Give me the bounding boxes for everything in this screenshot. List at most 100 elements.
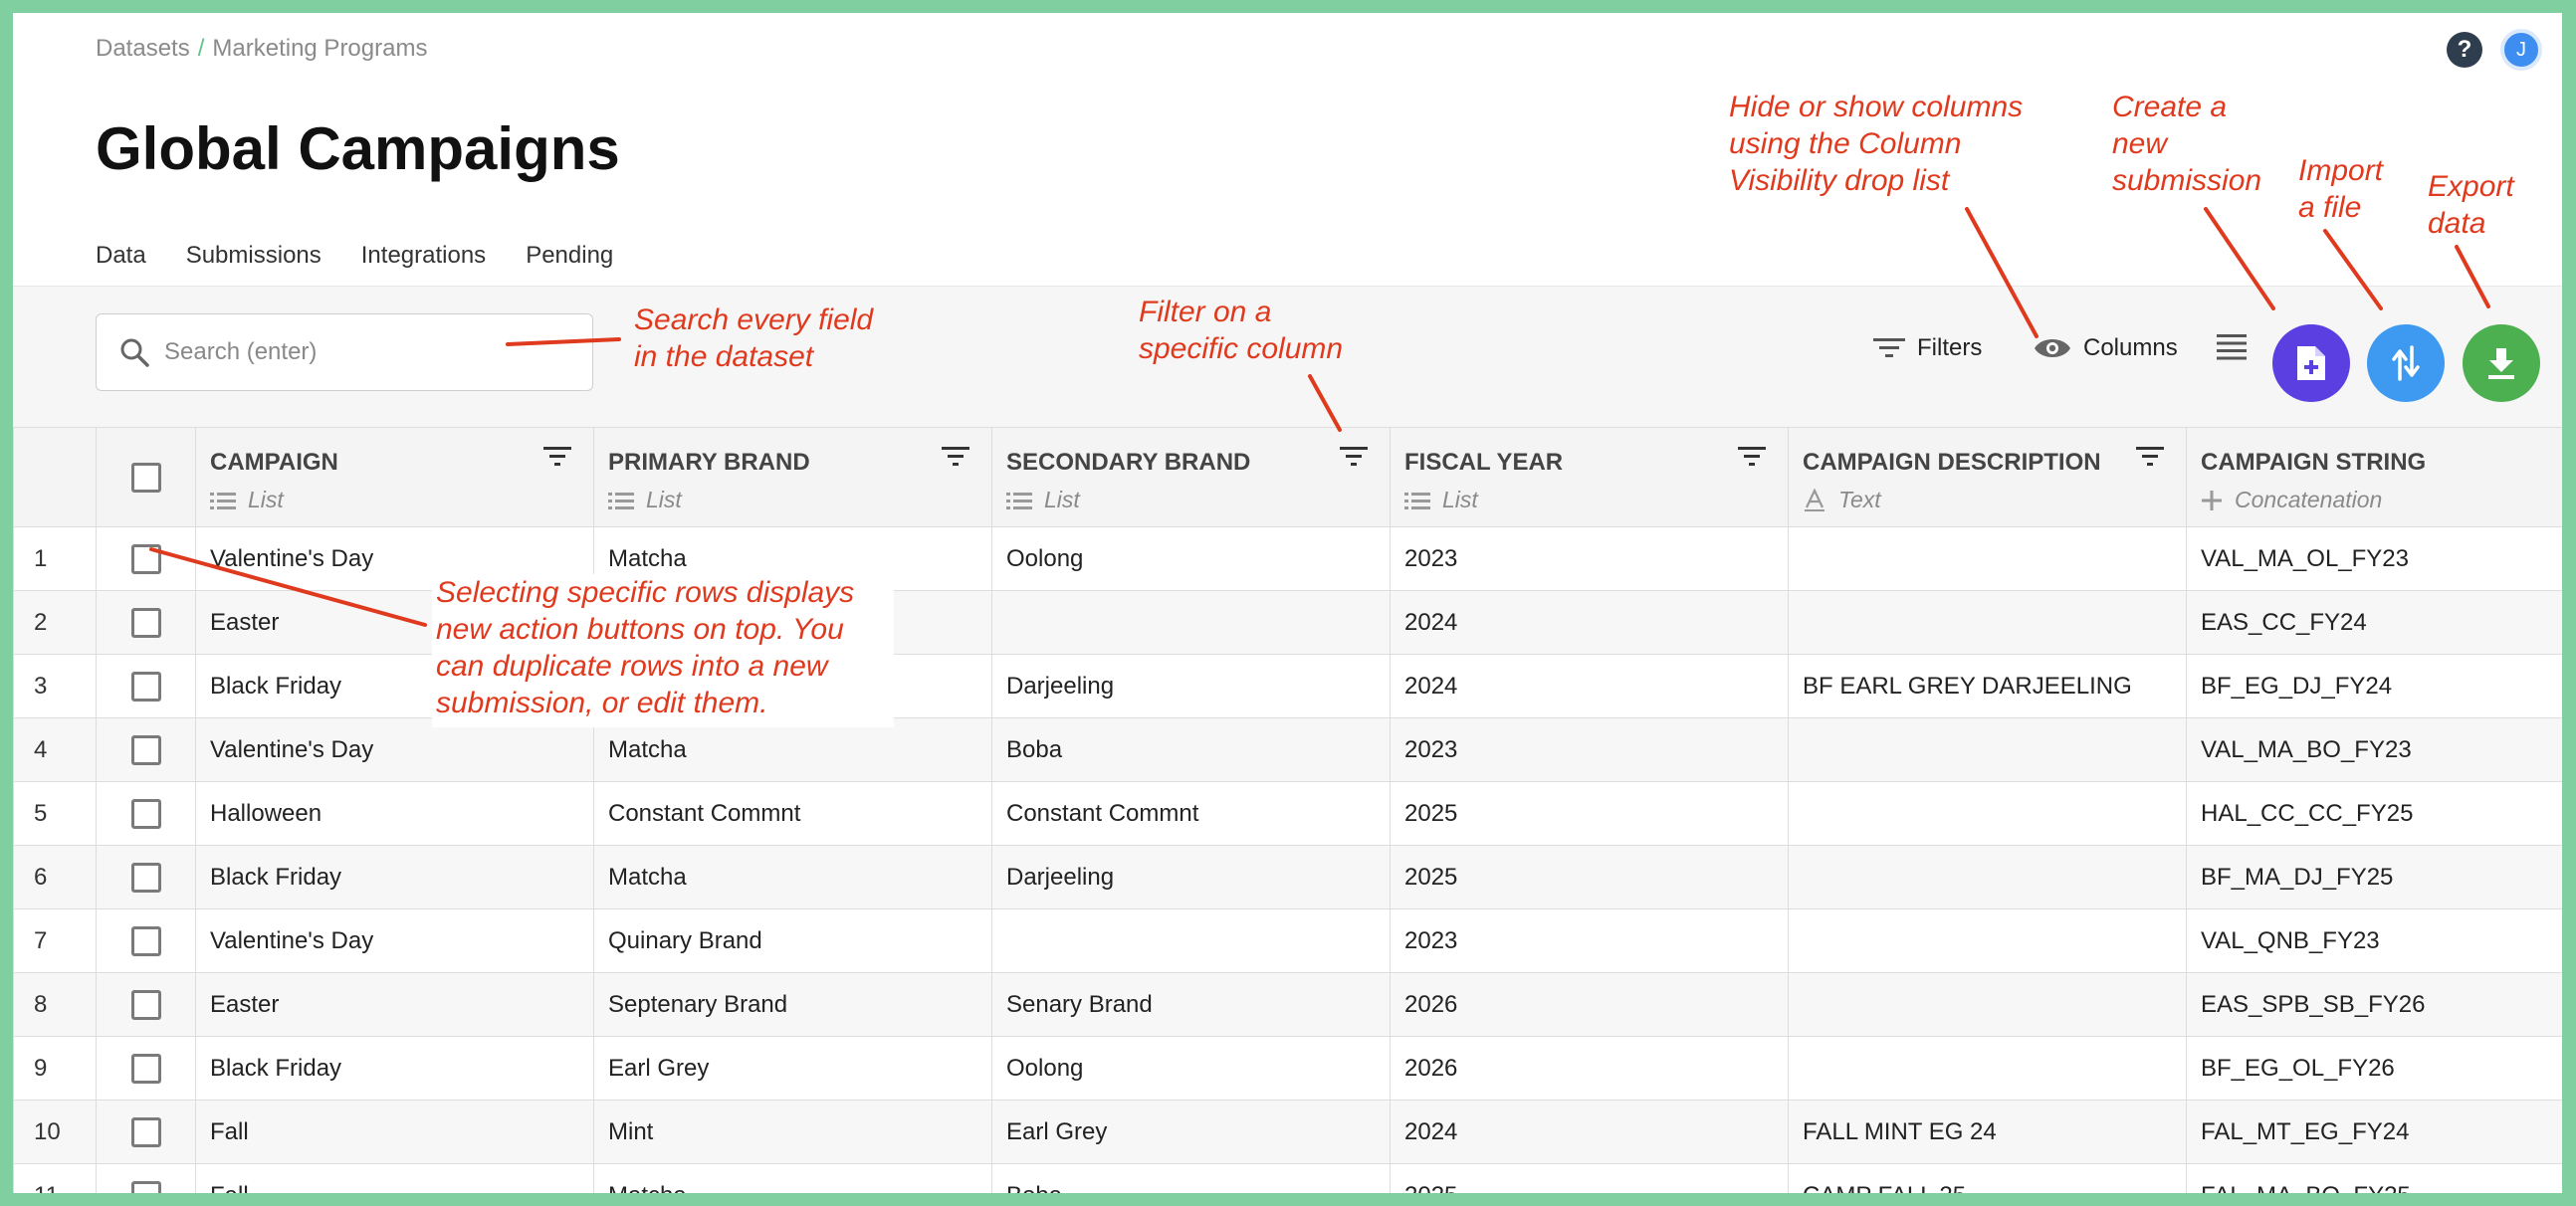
table-cell[interactable]: Constant Commnt: [593, 781, 992, 846]
column-filter-icon[interactable]: [1738, 446, 1766, 468]
table-row[interactable]: 9 Black Friday Earl Grey Oolong 2026 BF_EG_OL…: [13, 1036, 2562, 1101]
table-row[interactable]: 2 Easter 2024 EAS_CC_FY24: [13, 590, 2562, 655]
table-cell[interactable]: Matcha: [593, 845, 992, 909]
table-row[interactable]: 10 Fall Mint Earl Grey 2024 FALL MINT EG 24 FA…: [13, 1100, 2562, 1164]
column-header-campaign-string[interactable]: CAMPAIGN STRING Concatenation: [2186, 427, 2562, 527]
column-filter-icon[interactable]: [543, 446, 571, 468]
table-cell[interactable]: 2024: [1390, 654, 1789, 718]
table-cell[interactable]: Black Friday: [195, 845, 594, 909]
table-cell[interactable]: BF_EG_OL_FY26: [2186, 1036, 2562, 1101]
table-cell[interactable]: 2026: [1390, 1036, 1789, 1101]
table-cell[interactable]: Valentine's Day: [195, 717, 594, 782]
tab-submissions[interactable]: Submissions: [186, 242, 322, 292]
column-header-campaign[interactable]: CAMPAIGN List: [195, 427, 594, 527]
table-cell[interactable]: Darjeeling: [991, 654, 1391, 718]
table-cell[interactable]: [1788, 781, 2187, 846]
row-checkbox[interactable]: [130, 989, 161, 1020]
table-cell[interactable]: Halloween: [195, 781, 594, 846]
table-cell[interactable]: 2023: [1390, 717, 1789, 782]
table-row[interactable]: 3 Black Friday Darjeeling 2024 BF EARL GREY …: [13, 654, 2562, 718]
row-checkbox[interactable]: [130, 1180, 161, 1193]
table-cell[interactable]: Fall: [195, 1163, 594, 1193]
table-cell[interactable]: [1788, 1036, 2187, 1101]
row-checkbox[interactable]: [130, 925, 161, 956]
table-cell[interactable]: [1788, 845, 2187, 909]
table-cell[interactable]: 2025: [1390, 1163, 1789, 1193]
table-cell[interactable]: VAL_MA_BO_FY23: [2186, 717, 2562, 782]
table-cell[interactable]: EAS_CC_FY24: [2186, 590, 2562, 655]
column-header-secondary-brand[interactable]: SECONDARY BRAND List: [991, 427, 1391, 527]
table-cell[interactable]: BF_MA_DJ_FY25: [2186, 845, 2562, 909]
table-row[interactable]: 7 Valentine's Day Quinary Brand 2023 VAL_QNB…: [13, 908, 2562, 973]
table-cell[interactable]: Senary Brand: [991, 972, 1391, 1037]
table-cell[interactable]: Constant Commnt: [991, 781, 1391, 846]
table-cell[interactable]: BF_EG_DJ_FY24: [2186, 654, 2562, 718]
tab-integrations[interactable]: Integrations: [361, 242, 486, 292]
import-button[interactable]: [2367, 324, 2445, 402]
table-cell[interactable]: FALL MINT EG 24: [1788, 1100, 2187, 1164]
table-cell[interactable]: FAL_MA_BO_FY25: [2186, 1163, 2562, 1193]
row-checkbox[interactable]: [130, 862, 161, 893]
row-checkbox[interactable]: [130, 671, 161, 702]
table-cell[interactable]: [1788, 972, 2187, 1037]
density-button[interactable]: [2217, 334, 2247, 360]
table-cell[interactable]: Matcha: [593, 1163, 992, 1193]
row-checkbox[interactable]: [130, 607, 161, 638]
column-header-campaign-description[interactable]: CAMPAIGN DESCRIPTION Text: [1788, 427, 2187, 527]
column-header-fiscal-year[interactable]: FISCAL YEAR List: [1390, 427, 1789, 527]
table-cell[interactable]: Fall: [195, 1100, 594, 1164]
avatar[interactable]: J: [2500, 29, 2542, 71]
tab-data[interactable]: Data: [96, 242, 146, 292]
table-cell[interactable]: Septenary Brand: [593, 972, 992, 1037]
table-cell[interactable]: CAMP FALL 25: [1788, 1163, 2187, 1193]
select-all-checkbox[interactable]: [130, 462, 161, 493]
column-header-primary-brand[interactable]: PRIMARY BRAND List: [593, 427, 992, 527]
table-cell[interactable]: 2024: [1390, 1100, 1789, 1164]
column-filter-icon[interactable]: [942, 446, 969, 468]
table-cell[interactable]: Darjeeling: [991, 845, 1391, 909]
table-cell[interactable]: Boba: [991, 1163, 1391, 1193]
table-cell[interactable]: Oolong: [991, 526, 1391, 591]
table-cell[interactable]: 2024: [1390, 590, 1789, 655]
columns-button[interactable]: Columns: [2034, 334, 2178, 362]
table-row[interactable]: 1 Valentine's Day Matcha Oolong 2023 VAL_MA_O…: [13, 526, 2562, 591]
table-cell[interactable]: VAL_MA_OL_FY23: [2186, 526, 2562, 591]
tab-pending[interactable]: Pending: [526, 242, 613, 292]
row-checkbox[interactable]: [130, 798, 161, 829]
table-cell[interactable]: 2026: [1390, 972, 1789, 1037]
table-cell[interactable]: [1788, 717, 2187, 782]
column-filter-icon[interactable]: [2136, 446, 2164, 468]
table-row[interactable]: 8 Easter Septenary Brand Senary Brand 2026 EA…: [13, 972, 2562, 1037]
export-button[interactable]: [2463, 324, 2540, 402]
table-row[interactable]: 4 Valentine's Day Matcha Boba 2023 VAL_MA_BO_…: [13, 717, 2562, 782]
row-checkbox[interactable]: [130, 543, 161, 574]
filters-button[interactable]: Filters: [1873, 334, 1982, 362]
table-cell[interactable]: Black Friday: [195, 1036, 594, 1101]
table-cell[interactable]: 2025: [1390, 845, 1789, 909]
table-cell[interactable]: Boba: [991, 717, 1391, 782]
table-row[interactable]: 6 Black Friday Matcha Darjeeling 2025 BF_MA_D…: [13, 845, 2562, 909]
table-cell[interactable]: 2023: [1390, 526, 1789, 591]
table-cell[interactable]: BF EARL GREY DARJEELING: [1788, 654, 2187, 718]
table-cell[interactable]: [1788, 526, 2187, 591]
table-cell[interactable]: HAL_CC_CC_FY25: [2186, 781, 2562, 846]
table-cell[interactable]: Mint: [593, 1100, 992, 1164]
table-cell[interactable]: Valentine's Day: [195, 908, 594, 973]
table-cell[interactable]: 2025: [1390, 781, 1789, 846]
row-checkbox[interactable]: [130, 1116, 161, 1147]
new-submission-button[interactable]: [2272, 324, 2350, 402]
breadcrumb-current[interactable]: Marketing Programs: [212, 35, 427, 62]
search-input[interactable]: [164, 338, 562, 366]
table-cell[interactable]: Easter: [195, 972, 594, 1037]
row-checkbox[interactable]: [130, 734, 161, 765]
table-cell[interactable]: EAS_SPB_SB_FY26: [2186, 972, 2562, 1037]
table-row[interactable]: 5 Halloween Constant Commnt Constant Commnt…: [13, 781, 2562, 846]
table-cell[interactable]: Quinary Brand: [593, 908, 992, 973]
table-cell[interactable]: Earl Grey: [593, 1036, 992, 1101]
table-cell[interactable]: FAL_MT_EG_FY24: [2186, 1100, 2562, 1164]
table-cell[interactable]: Earl Grey: [991, 1100, 1391, 1164]
help-icon[interactable]: ?: [2447, 32, 2482, 68]
table-cell[interactable]: 2023: [1390, 908, 1789, 973]
table-cell[interactable]: [1788, 908, 2187, 973]
table-cell[interactable]: [1788, 590, 2187, 655]
